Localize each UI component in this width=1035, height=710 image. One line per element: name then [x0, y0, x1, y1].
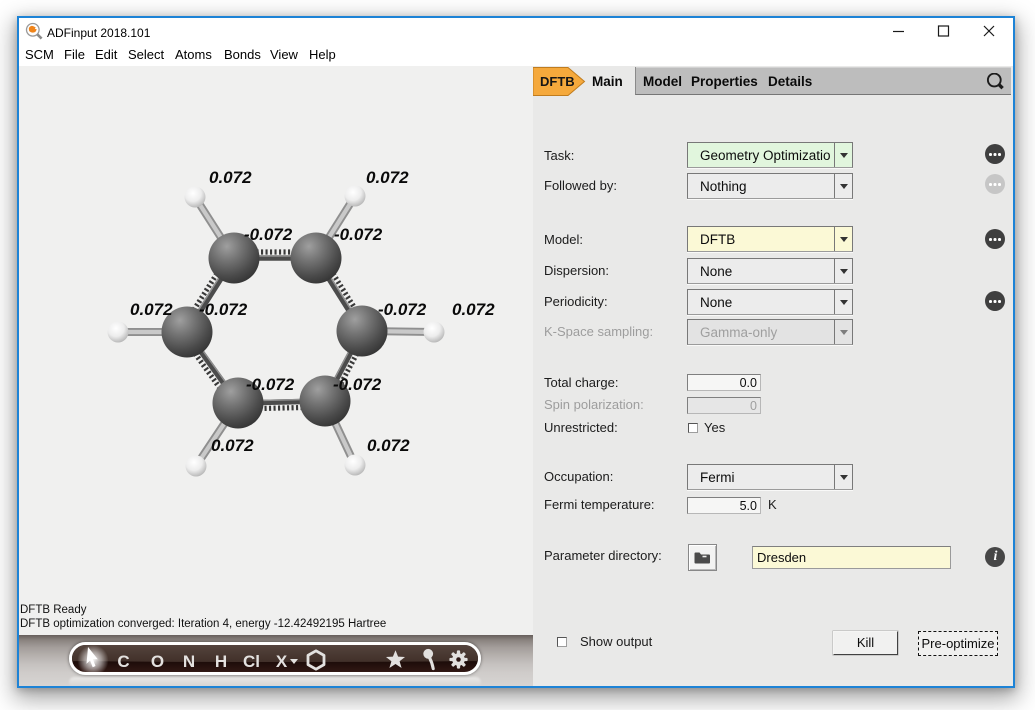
svg-text:-0.072: -0.072 [199, 300, 248, 319]
svg-text:0.072: 0.072 [366, 168, 409, 187]
svg-text:-0.072: -0.072 [246, 375, 295, 394]
svg-text:0.072: 0.072 [367, 436, 410, 455]
svg-text:-0.072: -0.072 [334, 225, 383, 244]
svg-text:-0.072: -0.072 [378, 300, 427, 319]
svg-text:0.072: 0.072 [452, 300, 495, 319]
svg-text:-0.072: -0.072 [244, 225, 293, 244]
svg-text:0.072: 0.072 [130, 300, 173, 319]
svg-text:0.072: 0.072 [209, 168, 252, 187]
svg-text:0.072: 0.072 [211, 436, 254, 455]
svg-text:-0.072: -0.072 [333, 375, 382, 394]
